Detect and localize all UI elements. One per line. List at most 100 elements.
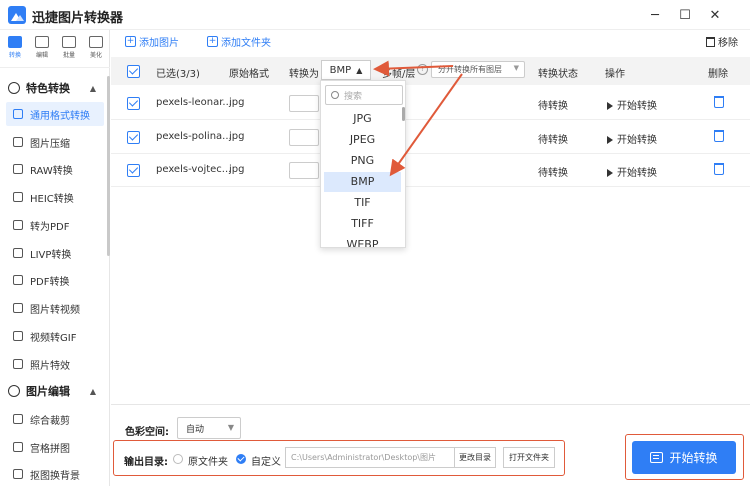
row-status: 待转换 [538,168,568,179]
section-image-edit[interactable]: 图片编辑 ▲ [0,379,106,403]
sidebar: 转换 编辑 批量 美化 特色转换 ▲ 通用格式转换 图片压缩 RAW转换 HEI… [0,30,110,486]
table-row[interactable]: pexels-polina... jpg 待转换 开始转换 [111,121,750,154]
sidebar-item-label: RAW转换 [30,165,73,177]
radio-original-folder[interactable] [173,454,183,464]
remove-button[interactable]: 移除 [706,34,738,49]
help-icon[interactable]: ? [417,64,428,75]
sidebar-item-grid-collage[interactable]: 宫格拼图 [6,435,104,459]
format-dropdown: 搜索 JPG JPEG PNG BMP TIF TIFF WEBP [320,80,406,248]
start-convert-button[interactable]: 开始转换 [632,441,736,474]
effects-icon [13,359,23,369]
close-icon[interactable]: ✕ [704,4,726,26]
color-space-select[interactable]: 自动 ▼ [177,417,241,439]
table-row[interactable]: pexels-vojtec... jpg 待转换 开始转换 [111,154,750,187]
convert-icon [8,36,22,48]
sidebar-scrollbar[interactable] [107,76,110,256]
image-icon [13,109,23,119]
folder-plus-icon: + [207,36,218,47]
sidebar-item-video-to-gif[interactable]: 视频转GIF [6,324,104,348]
header-status: 转换状态 [538,69,578,80]
mode-batch[interactable]: 批量 [56,34,82,66]
header-layers: 多帧/层 [382,69,416,80]
dropdown-option[interactable]: JPEG [324,130,401,150]
sidebar-item-image-to-video[interactable]: 图片转视频 [6,296,104,320]
search-placeholder: 搜索 [344,91,363,102]
heic-icon [13,192,23,202]
header-delete: 删除 [708,69,728,80]
dropdown-option[interactable]: JPG [324,109,401,129]
chevron-down-icon: ▼ [227,423,234,432]
sidebar-item-label: 视频转GIF [30,332,77,344]
sidebar-item-label: PDF转换 [30,276,70,288]
feature-icon [8,82,20,94]
sidebar-item-photo-effects[interactable]: 照片特效 [6,352,104,376]
mode-bar: 转换 编辑 批量 美化 [0,30,110,68]
row-format-select[interactable] [289,95,319,112]
toolbar: + 添加图片 + 添加文件夹 移除 [111,30,750,54]
layer-mode-select[interactable]: 分开转换所有图层 ▼ [431,61,525,78]
dropdown-option[interactable]: PNG [324,151,401,171]
delete-icon[interactable] [714,130,724,142]
mode-beautify[interactable]: 美化 [83,34,109,66]
sidebar-item-to-pdf[interactable]: 转为PDF [6,213,104,237]
row-start-button[interactable]: 开始转换 [607,97,657,112]
row-checkbox[interactable] [127,97,140,110]
output-path-field[interactable]: C:\Users\Administrator\Desktop\图片 [285,447,455,468]
app-title: 迅捷图片转换器 [32,11,124,26]
restore-icon[interactable]: ☐ [674,4,696,26]
chevron-down-icon: ▼ [513,64,519,72]
row-format-select[interactable] [289,162,319,179]
layer-mode-value: 分开转换所有图层 [438,65,502,74]
sidebar-item-general-convert[interactable]: 通用格式转换 [6,102,104,126]
add-folder-button[interactable]: + 添加文件夹 [207,34,271,49]
dropdown-option-selected[interactable]: BMP [324,172,401,192]
file-format: jpg [229,97,245,108]
sidebar-item-livp[interactable]: LIVP转换 [6,241,104,265]
delete-icon[interactable] [714,163,724,175]
sidebar-item-cutout[interactable]: 抠图换背景 [6,462,104,486]
radio-custom-folder[interactable] [236,454,246,464]
video-icon [13,303,23,313]
row-format-select[interactable] [289,129,319,146]
dropdown-search-input[interactable]: 搜索 [325,85,403,105]
row-checkbox[interactable] [127,131,140,144]
select-all-checkbox[interactable] [127,65,140,78]
mode-convert[interactable]: 转换 [2,34,28,66]
mode-label: 批量 [62,52,75,59]
minimize-icon[interactable]: ─ [644,4,666,26]
convert-format-select[interactable]: BMP ▲ [321,60,371,80]
sidebar-item-label: 图片转视频 [30,304,80,316]
dropdown-option[interactable]: WEBP [324,235,401,247]
mode-label: 编辑 [35,52,48,59]
crop-icon [13,414,23,424]
add-image-button[interactable]: + 添加图片 [125,34,179,49]
selected-count: 已选(3/3) [156,69,200,80]
sidebar-item-compress[interactable]: 图片压缩 [6,130,104,154]
row-start-button[interactable]: 开始转换 [607,131,657,146]
dropdown-option[interactable]: TIF [324,193,401,213]
row-checkbox[interactable] [127,164,140,177]
delete-icon[interactable] [714,96,724,108]
search-icon [331,91,339,99]
sidebar-item-pdf-convert[interactable]: PDF转换 [6,268,104,292]
sidebar-item-heic[interactable]: HEIC转换 [6,185,104,209]
sidebar-item-label: 宫格拼图 [30,443,70,455]
sidebar-item-crop[interactable]: 综合裁剪 [6,407,104,431]
change-dir-button[interactable]: 更改目录 [454,447,496,468]
dropdown-option[interactable]: TIFF [324,214,401,234]
title-bar: 迅捷图片转换器 ─ ☐ ✕ [0,0,750,30]
convert-format-value: BMP [329,64,352,76]
header-action: 操作 [605,69,625,80]
section-feature-convert[interactable]: 特色转换 ▲ [0,76,106,100]
chevron-up-icon: ▲ [89,83,96,93]
sidebar-item-label: 转为PDF [30,221,70,233]
table-row[interactable]: pexels-leonar... jpg 待转换 开始转换 [111,87,750,120]
file-name: pexels-vojtec... [156,164,232,175]
row-start-button[interactable]: 开始转换 [607,164,657,179]
mode-edit[interactable]: 编辑 [29,34,55,66]
convert-icon [650,452,664,463]
sidebar-item-raw[interactable]: RAW转换 [6,157,104,181]
play-icon [607,169,613,177]
open-folder-button[interactable]: 打开文件夹 [503,447,555,468]
dropdown-scrollbar[interactable] [402,107,405,121]
